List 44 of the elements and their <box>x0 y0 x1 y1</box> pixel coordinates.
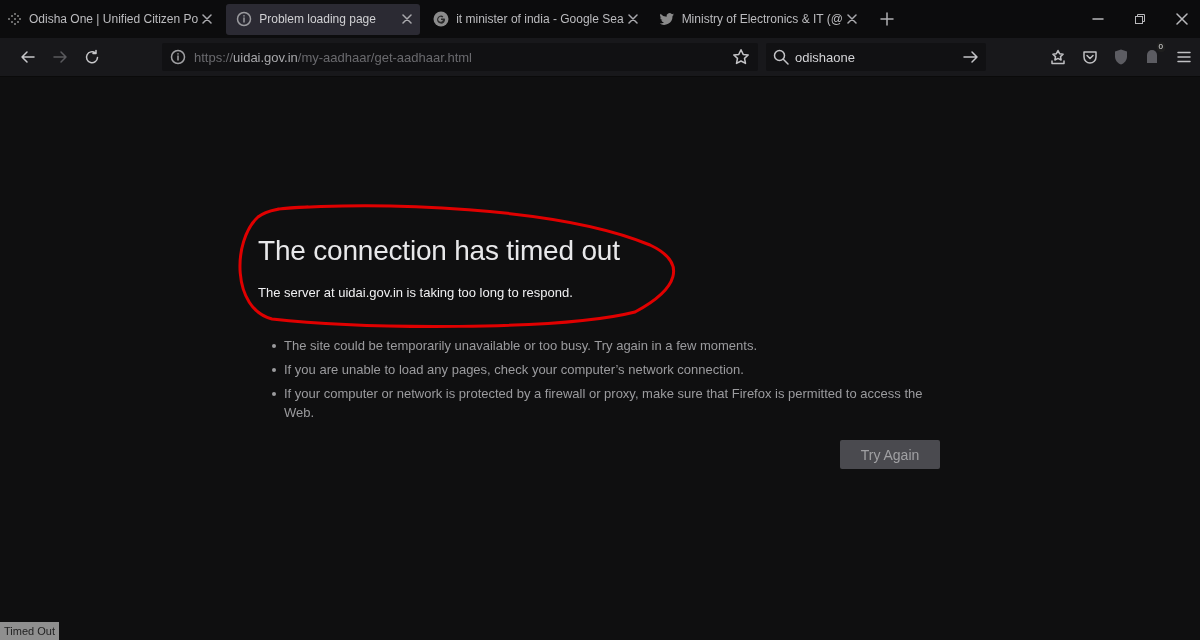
bullet-icon <box>272 368 276 372</box>
close-icon[interactable] <box>1176 13 1188 25</box>
bird-icon <box>658 11 675 27</box>
tip-text: If your computer or network is protected by a firewall or proxy, make sure that Firefox is permitted to access the Web. <box>284 385 924 422</box>
tab-title: Odisha One | Unified Citizen Po <box>29 12 199 26</box>
reload-icon[interactable] <box>84 49 100 65</box>
notification-badge: 0 <box>1156 42 1165 52</box>
close-icon[interactable] <box>402 14 413 24</box>
tab-title: Ministry of Electronics & IT (@ <box>681 12 843 26</box>
search-field[interactable]: odishaone <box>766 43 986 71</box>
bullet-icon <box>272 344 276 348</box>
library-star-icon[interactable] <box>1050 49 1066 65</box>
info-icon[interactable] <box>170 49 186 65</box>
menu-icon[interactable] <box>1176 49 1192 65</box>
restore-icon[interactable] <box>1134 13 1146 25</box>
close-icon[interactable] <box>627 14 638 24</box>
tip-text: If you are unable to load any pages, check your computer’s network connection. <box>284 361 744 379</box>
forward-arrow-icon[interactable] <box>52 49 68 65</box>
tab-title: it minister of india - Google Sea <box>456 12 624 26</box>
browser-tab[interactable]: Ministry of Electronics & IT (@ <box>648 3 865 35</box>
tip-text: The site could be temporarily unavailable or too busy. Try again in a few moments. <box>284 337 758 355</box>
shield-icon[interactable] <box>1114 49 1128 65</box>
browser-tab[interactable]: Problem loading page <box>226 3 421 35</box>
g-logo-icon <box>433 11 450 27</box>
info-icon <box>236 11 253 27</box>
error-message: The server at uidai.gov.in is taking too long to respond. <box>258 285 574 300</box>
url-text: https://uidai.gov.in/my-aadhaar/get-aadhaar.html <box>194 49 472 65</box>
extension-icon[interactable] <box>1145 49 1159 65</box>
error-title: The connection has timed out <box>258 234 621 268</box>
status-text: Timed Out <box>0 622 59 640</box>
browser-tab[interactable]: it minister of india - Google Sea <box>423 3 646 35</box>
dotted-logo-icon <box>6 11 22 27</box>
pocket-icon[interactable] <box>1082 49 1098 65</box>
bullet-icon <box>272 392 276 396</box>
close-icon[interactable] <box>202 14 213 24</box>
go-arrow-icon[interactable] <box>963 49 979 65</box>
address-field[interactable]: https://uidai.gov.in/my-aadhaar/get-aadhaar.html <box>162 43 758 71</box>
star-icon[interactable] <box>732 48 750 66</box>
search-icon <box>773 49 789 65</box>
tab-title: Problem loading page <box>259 12 377 26</box>
back-arrow-icon[interactable] <box>20 49 36 65</box>
plus-icon[interactable] <box>879 12 894 26</box>
close-icon[interactable] <box>846 14 857 24</box>
browser-tab[interactable]: Odisha One | Unified Citizen Po <box>0 3 221 35</box>
